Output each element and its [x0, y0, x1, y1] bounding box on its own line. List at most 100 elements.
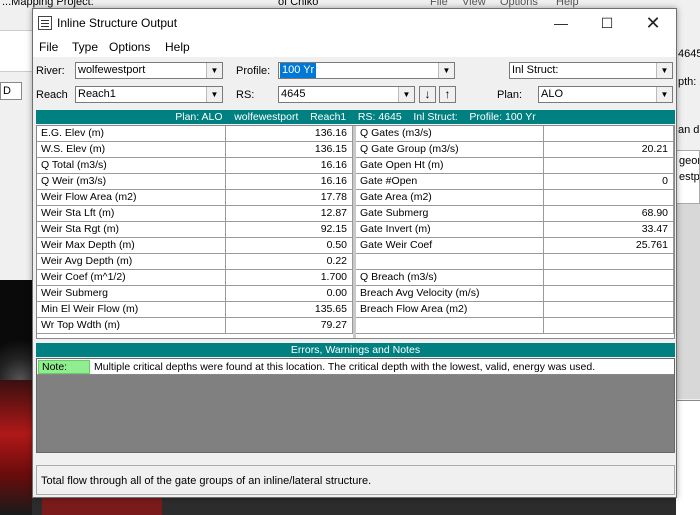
background-photo-red	[0, 380, 32, 515]
table-row-label: Gate Area (m2)	[356, 190, 544, 206]
plan-select[interactable]: ALO ▼	[538, 86, 673, 103]
results-table: E.G. Elev (m) 136.16 W.S. Elev (m) 136.15 Q …	[36, 125, 675, 339]
maximize-button[interactable]: ☐	[584, 9, 630, 37]
profile-value: 100 Yr	[280, 63, 317, 78]
menu-file[interactable]: File	[39, 40, 58, 54]
background-left-white-box	[0, 30, 32, 72]
table-row-label: Weir Flow Area (m2)	[37, 190, 226, 206]
title-bar[interactable]: Inline Structure Output — ☐ ✕	[33, 9, 676, 37]
status-text: Total flow through all of the gate group…	[41, 475, 372, 487]
window-title: Inline Structure Output	[57, 16, 178, 30]
menu-type[interactable]: Type	[72, 40, 98, 54]
table-row-value: 0.50	[226, 238, 353, 254]
table-row-value: 12.87	[226, 206, 353, 222]
background-right-gray	[676, 204, 700, 399]
reach-value: Reach1	[78, 88, 116, 100]
table-row-label	[356, 254, 544, 270]
inl-struct-select[interactable]: Inl Struct: ▼	[509, 62, 673, 79]
background-menu-file: File	[430, 0, 448, 8]
background-bottom-strip	[32, 497, 676, 515]
table-row-label: Gate Invert (m)	[356, 222, 544, 238]
background-right-text-1: 4645	[678, 48, 700, 60]
table-row-value: 0	[544, 174, 674, 190]
background-d-field: D	[0, 82, 22, 100]
reach-label: Reach	[36, 89, 68, 101]
table-row-value: 0.00	[226, 286, 353, 302]
menu-options[interactable]: Options	[109, 40, 150, 54]
table-row-value: 20.21	[544, 142, 674, 158]
reach-select[interactable]: Reach1 ▼	[75, 86, 223, 103]
chevron-down-icon[interactable]: ▼	[206, 63, 222, 78]
table-icon	[38, 16, 52, 30]
note-text: Multiple critical depths were found at t…	[94, 361, 596, 373]
table-row-value: 33.47	[544, 222, 674, 238]
table-row-value	[544, 254, 674, 270]
table-row-label: Wr Top Wdth (m)	[37, 318, 226, 334]
inline-structure-output-window: Inline Structure Output — ☐ ✕ File Type …	[32, 8, 677, 498]
notes-panel: Note: Multiple critical depths were foun…	[36, 358, 675, 453]
status-bar: Total flow through all of the gate group…	[36, 465, 675, 495]
table-row-label: Breach Avg Velocity (m/s)	[356, 286, 544, 302]
chevron-down-icon[interactable]: ▼	[438, 63, 454, 78]
menu-bar: File Type Options Help	[33, 37, 676, 57]
table-row-label: E.G. Elev (m)	[37, 126, 226, 142]
notes-header-bar: Errors, Warnings and Notes	[36, 343, 675, 357]
plan-value: ALO	[541, 88, 564, 100]
table-row-label: Q Total (m3/s)	[37, 158, 226, 174]
table-row-value: 1.700	[226, 270, 353, 286]
chevron-down-icon[interactable]: ▼	[206, 87, 222, 102]
table-row-label: Q Weir (m3/s)	[37, 174, 226, 190]
table-row-value	[544, 302, 674, 318]
table-row-label	[356, 318, 544, 334]
table-row-label: Weir Coef (m^1/2)	[37, 270, 226, 286]
arrow-down-icon: ↓	[424, 87, 431, 101]
table-row-label: Gate Submerg	[356, 206, 544, 222]
next-rs-down-button[interactable]: ↓	[419, 86, 436, 103]
profile-select[interactable]: 100 Yr ▼	[278, 62, 455, 79]
inl-struct-value: Inl Struct:	[512, 64, 559, 76]
table-row-value	[544, 270, 674, 286]
table-row-label: Q Gate Group (m3/s)	[356, 142, 544, 158]
table-row-label: Weir Submerg	[37, 286, 226, 302]
table-row-label: Q Breach (m3/s)	[356, 270, 544, 286]
background-menu-view: View	[462, 0, 486, 8]
minimize-button[interactable]: —	[538, 9, 584, 37]
menu-help[interactable]: Help	[165, 40, 190, 54]
table-row-label: Min El Weir Flow (m)	[37, 302, 226, 318]
table-row-label: Gate Open Ht (m)	[356, 158, 544, 174]
table-row-value	[544, 286, 674, 302]
table-row-value: 68.90	[544, 206, 674, 222]
close-button[interactable]: ✕	[630, 9, 676, 37]
background-menu-options: Options	[500, 0, 538, 8]
table-row-value: 25.761	[544, 238, 674, 254]
background-right-white-box: geon estpo	[676, 150, 700, 204]
table-row-value: 0.22	[226, 254, 353, 270]
background-right-text-3: an d	[678, 124, 700, 136]
background-right-text-2: pth: 2	[678, 76, 700, 88]
background-right-white-lower	[676, 400, 700, 515]
chevron-down-icon[interactable]: ▼	[398, 87, 414, 102]
rs-select[interactable]: 4645 ▼	[278, 86, 415, 103]
arrow-up-icon: ↑	[444, 87, 451, 101]
table-row-value: 92.15	[226, 222, 353, 238]
table-row-label: Weir Sta Lft (m)	[37, 206, 226, 222]
table-row-label: Gate Weir Coef	[356, 238, 544, 254]
background-menu-help: Help	[556, 0, 579, 8]
background-project-text: ...Mapping Project:	[2, 0, 94, 8]
next-rs-up-button[interactable]: ↑	[439, 86, 456, 103]
background-right-text-4: geon	[679, 155, 699, 167]
table-row-value	[544, 318, 674, 334]
table-row-label: Weir Sta Rgt (m)	[37, 222, 226, 238]
table-row-label: Breach Flow Area (m2)	[356, 302, 544, 318]
table-row-label: Q Gates (m3/s)	[356, 126, 544, 142]
chevron-down-icon[interactable]: ▼	[656, 87, 672, 102]
chevron-down-icon[interactable]: ▼	[656, 63, 672, 78]
table-row-label: Gate #Open	[356, 174, 544, 190]
table-row-label: Weir Avg Depth (m)	[37, 254, 226, 270]
table-row-value: 136.16	[226, 126, 353, 142]
background-right-text-5: estpo	[679, 171, 700, 183]
output-header-bar: Plan: ALO wolfewestport Reach1 RS: 4645 …	[36, 110, 675, 124]
note-row: Note: Multiple critical depths were foun…	[37, 359, 674, 375]
river-select[interactable]: wolfewestport ▼	[75, 62, 223, 79]
table-row-value	[544, 190, 674, 206]
